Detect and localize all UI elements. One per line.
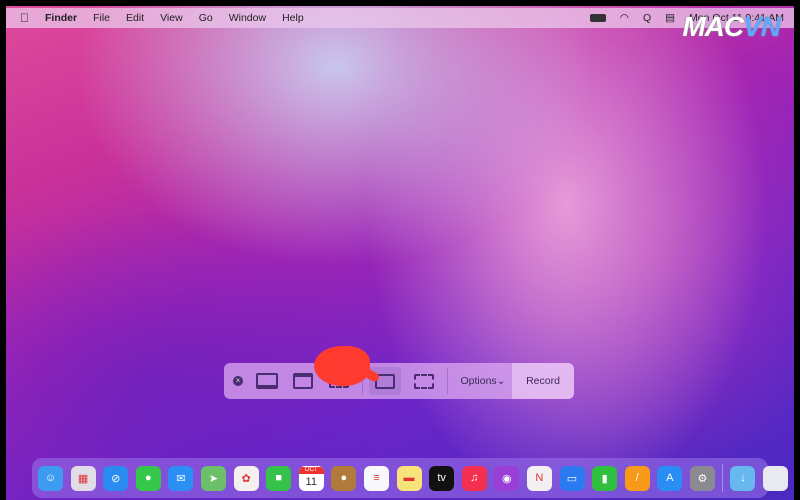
facetime-icon: ■	[275, 472, 282, 484]
record-label: Record	[526, 375, 560, 387]
dock-item-pages[interactable]: /	[624, 465, 650, 491]
dock-item-news[interactable]: N	[526, 465, 552, 491]
apple-menu-icon[interactable]: 	[20, 11, 29, 25]
system-preferences-icon: ⚙	[697, 472, 708, 485]
options-button[interactable]: Options ⌄	[454, 367, 512, 395]
wifi-icon[interactable]: ◠	[620, 12, 629, 24]
close-icon: ×	[233, 376, 243, 386]
record-button[interactable]: Record	[512, 363, 574, 399]
dock-item-mail[interactable]: ✉	[168, 465, 194, 491]
battery-icon[interactable]	[589, 14, 606, 22]
app-store-icon: A	[666, 472, 674, 484]
dock-item-photos[interactable]: ✿	[233, 465, 259, 491]
record-selection-button[interactable]	[407, 367, 441, 395]
dock-item-calendar[interactable]: OCT 11	[298, 465, 324, 491]
contacts-icon: ●	[340, 472, 348, 484]
dock-item-facetime[interactable]: ■	[266, 465, 292, 491]
entire-screen-icon	[256, 373, 278, 389]
dock-item-music[interactable]: ♫	[461, 465, 487, 491]
menu-app-finder[interactable]: Finder	[45, 12, 77, 24]
calendar-month: OCT	[298, 466, 324, 474]
control-center-icon[interactable]: ▤	[665, 12, 675, 24]
menu-file[interactable]: File	[93, 12, 110, 24]
launchpad-icon: ▦	[77, 472, 89, 485]
watermark-vn: VN	[743, 11, 781, 42]
spotlight-search-icon[interactable]: Q	[643, 12, 651, 24]
menu-help[interactable]: Help	[282, 12, 304, 24]
record-selection-icon	[414, 373, 434, 389]
downloads-folder-icon: ↓	[740, 472, 746, 484]
dock: ☺ ▦ ⊘ ● ✉ ➤ ✿ ■ OCT 11 ● ≡ ▬ tv ♫ ◉ N ▭ ▮ / A ⚙ ↓	[32, 458, 789, 498]
dock-item-app-store[interactable]: A	[657, 465, 683, 491]
music-icon: ♫	[470, 472, 479, 484]
window-icon	[293, 373, 313, 389]
dock-item-finder[interactable]: ☺	[38, 465, 63, 491]
dock-item-launchpad[interactable]: ▦	[70, 465, 96, 491]
dock-item-reminders[interactable]: ≡	[363, 465, 389, 491]
reminders-icon: ≡	[373, 472, 380, 484]
menu-window[interactable]: Window	[229, 12, 266, 24]
dock-item-contacts[interactable]: ●	[331, 465, 357, 491]
dock-item-downloads-folder[interactable]: ↓	[730, 465, 756, 491]
dock-item-numbers[interactable]: ▮	[592, 465, 618, 491]
messages-icon: ●	[144, 472, 152, 484]
dock-item-keynote[interactable]: ▭	[559, 465, 585, 491]
watermark-logo: MACVN	[682, 10, 781, 44]
mail-icon: ✉	[176, 472, 186, 485]
numbers-icon: ▮	[601, 472, 608, 485]
keynote-icon: ▭	[566, 472, 578, 485]
apple-tv-icon: tv	[437, 472, 446, 484]
dock-item-notes[interactable]: ▬	[396, 465, 422, 491]
chevron-down-icon: ⌄	[496, 375, 506, 387]
watermark-mac: MAC	[682, 11, 744, 42]
dock-item-safari[interactable]: ⊘	[103, 465, 129, 491]
notes-icon: ▬	[403, 472, 415, 484]
news-icon: N	[535, 472, 544, 484]
photos-icon: ✿	[241, 472, 251, 485]
pages-icon: /	[635, 472, 639, 484]
menu-go[interactable]: Go	[199, 12, 213, 24]
dock-item-trash[interactable]	[763, 465, 789, 491]
dock-item-messages[interactable]: ●	[135, 465, 161, 491]
dock-item-system-preferences[interactable]: ⚙	[689, 465, 715, 491]
podcasts-icon: ◉	[502, 472, 512, 485]
screenshot-toolbar: × Options ⌄ Record	[224, 363, 574, 399]
desktop:  Finder File Edit View Go Window Help ◠…	[6, 6, 794, 500]
menu-bar:  Finder File Edit View Go Window Help ◠…	[6, 8, 794, 28]
divider	[447, 368, 448, 394]
dock-item-maps[interactable]: ➤	[200, 465, 226, 491]
close-toolbar-button[interactable]: ×	[232, 367, 244, 395]
capture-entire-screen-button[interactable]	[250, 367, 284, 395]
dock-item-podcasts[interactable]: ◉	[494, 465, 520, 491]
menu-edit[interactable]: Edit	[126, 12, 144, 24]
dock-item-apple-tv[interactable]: tv	[429, 465, 455, 491]
options-label: Options	[460, 375, 497, 387]
maps-icon: ➤	[208, 472, 219, 485]
safari-icon: ⊘	[111, 472, 121, 485]
calendar-icon: 11	[305, 475, 317, 488]
finder-icon: ☺	[44, 472, 57, 484]
dock-divider	[722, 464, 724, 492]
menu-view[interactable]: View	[160, 12, 183, 24]
